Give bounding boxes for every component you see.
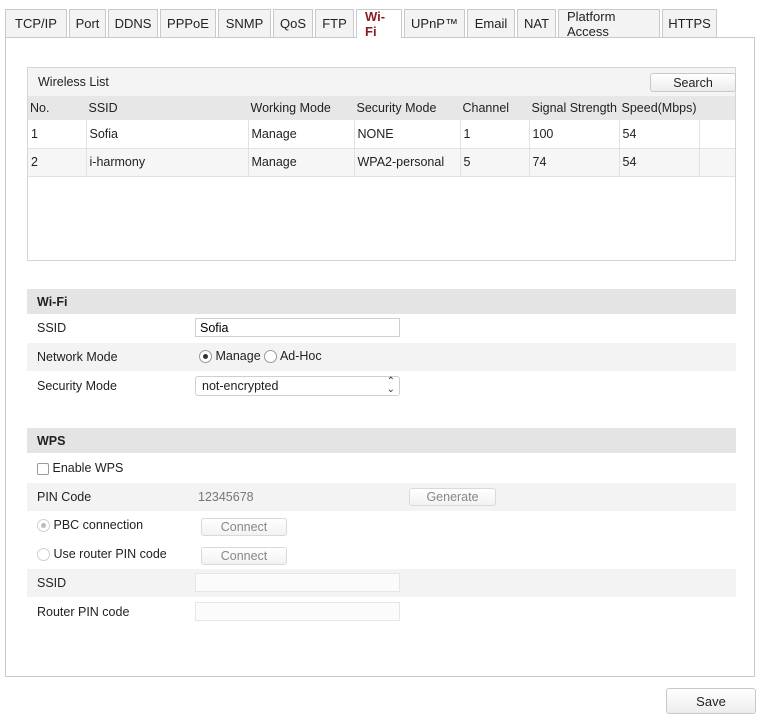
tab-port[interactable]: Port [69,9,106,37]
settings-panel: Wireless List Search No. SSID Working Mo… [5,37,755,677]
cell-working-mode: Manage [248,148,355,177]
wps-ssid-row: SSID [27,569,736,597]
tab-bar: TCP/IP Port DDNS PPPoE SNMP QoS FTP Wi-F… [5,9,717,39]
router-pin-option: Use router PIN code [37,547,167,562]
network-mode-row: Network Mode Manage Ad-Hoc [27,343,736,371]
cell-working-mode: Manage [248,120,355,149]
wireless-table: No. SSID Working Mode Security Mode Chan… [28,96,735,177]
tab-tcpip[interactable]: TCP/IP [5,9,67,37]
wifi-ssid-row: SSID [27,314,736,342]
column-header-working-mode: Working Mode [248,96,355,120]
column-header-no: No. [28,96,87,120]
column-header-spacer [699,96,735,120]
cell-no: 2 [28,148,87,177]
cell-spacer [699,120,735,149]
adhoc-radio[interactable] [264,350,278,364]
pbc-option: PBC connection [37,518,144,533]
wifi-ssid-label: SSID [37,321,67,335]
table-row[interactable]: 2 i-harmony Manage WPA2-personal 5 74 54 [28,148,735,177]
pin-code-label: PIN Code [37,490,92,504]
tab-pppoe[interactable]: PPPoE [160,9,216,37]
security-mode-label: Security Mode [37,379,117,393]
wireless-list-title: Wireless List [38,75,109,89]
router-pin-radio[interactable] [37,548,50,562]
pbc-connect-button[interactable]: Connect [201,518,287,536]
cell-speed: 54 [619,148,700,177]
enable-wps-checkbox[interactable] [37,462,49,475]
pin-code-input[interactable] [195,487,400,506]
column-header-speed: Speed(Mbps) [619,96,700,120]
wireless-list-header: Wireless List Search [28,68,736,96]
network-mode-options: Manage Ad-Hoc [199,349,322,364]
tab-qos[interactable]: QoS [273,9,313,37]
router-pin-connect-button[interactable]: Connect [201,547,287,565]
enable-wps-row: Enable WPS [27,454,736,482]
manage-radio-label: Manage [215,349,261,363]
wps-section-header: WPS [27,428,736,453]
cell-ssid: i-harmony [86,148,249,177]
wireless-list: Wireless List Search No. SSID Working Mo… [27,67,736,261]
security-mode-value: not-encrypted [202,379,279,393]
column-header-security-mode: Security Mode [354,96,461,120]
router-pin-code-row: Router PIN code [27,598,736,626]
network-mode-label: Network Mode [37,350,118,364]
adhoc-radio-label: Ad-Hoc [279,349,322,363]
tab-upnp[interactable]: UPnP™ [404,9,465,37]
cell-security-mode: NONE [354,120,461,149]
tab-email[interactable]: Email [467,9,515,37]
router-pin-option-row: Use router PIN code Connect [27,541,736,569]
enable-wps-label: Enable WPS [52,461,124,475]
wifi-ssid-input[interactable] [195,318,400,337]
router-pin-option-label: Use router PIN code [53,547,167,561]
cell-signal-strength: 100 [529,120,620,149]
wifi-section-header: Wi-Fi [27,289,736,314]
cell-no: 1 [28,120,87,149]
cell-ssid: Sofia [86,120,249,149]
table-header-row: No. SSID Working Mode Security Mode Chan… [28,96,735,120]
save-button[interactable]: Save [666,688,756,714]
security-mode-select[interactable]: not-encrypted ⌃ ⌄ [195,376,400,396]
column-header-channel: Channel [460,96,530,120]
cell-channel: 5 [460,148,530,177]
tab-snmp[interactable]: SNMP [218,9,271,37]
search-button[interactable]: Search [650,73,736,92]
wps-ssid-input[interactable] [195,573,400,592]
tab-ddns[interactable]: DDNS [108,9,158,37]
security-mode-row: Security Mode not-encrypted ⌃ ⌄ [27,372,736,400]
table-row[interactable]: 1 Sofia Manage NONE 1 100 54 [28,120,735,149]
tab-nat[interactable]: NAT [517,9,556,37]
pbc-label: PBC connection [53,518,144,532]
tab-wifi[interactable]: Wi-Fi [356,9,402,39]
router-pin-code-input[interactable] [195,602,400,621]
updown-chevron-icon: ⌃ ⌄ [386,376,395,395]
generate-button[interactable]: Generate [409,488,496,506]
tab-https[interactable]: HTTPS [662,9,717,37]
tab-platform-access[interactable]: Platform Access [558,9,660,39]
manage-radio[interactable] [199,350,212,364]
pin-code-row: PIN Code Generate [27,483,736,511]
enable-wps-option: Enable WPS [37,461,123,475]
pbc-radio[interactable] [37,519,50,533]
tab-ftp[interactable]: FTP [315,9,354,37]
cell-spacer [699,148,735,177]
router-pin-code-label: Router PIN code [37,605,130,619]
column-header-ssid: SSID [86,96,249,120]
pbc-row: PBC connection Connect [27,512,736,540]
cell-signal-strength: 74 [529,148,620,177]
cell-security-mode: WPA2-personal [354,148,461,177]
cell-channel: 1 [460,120,530,149]
wps-ssid-label: SSID [37,576,67,590]
cell-speed: 54 [619,120,700,149]
column-header-signal-strength: Signal Strength [529,96,620,120]
